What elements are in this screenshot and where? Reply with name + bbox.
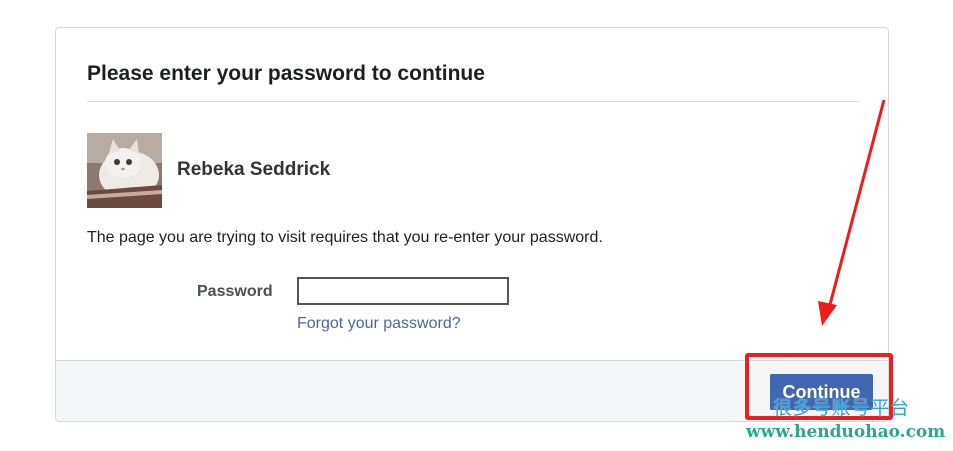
watermark-url: www.henduohao.com	[746, 422, 946, 442]
forgot-password-link[interactable]: Forgot your password?	[297, 315, 461, 333]
reauth-message: The page you are trying to visit require…	[87, 229, 603, 246]
reauth-dialog: Please enter your password to continue R…	[55, 27, 889, 422]
title-divider	[87, 101, 859, 102]
password-label: Password	[197, 283, 273, 300]
dialog-footer: Continue	[56, 360, 888, 421]
avatar	[87, 133, 162, 208]
watermark-text: 很多号账号平台	[773, 398, 910, 419]
password-input[interactable]	[297, 277, 509, 305]
dialog-title: Please enter your password to continue	[87, 62, 485, 85]
user-name: Rebeka Seddrick	[177, 159, 331, 180]
cat-photo-icon	[87, 133, 162, 208]
